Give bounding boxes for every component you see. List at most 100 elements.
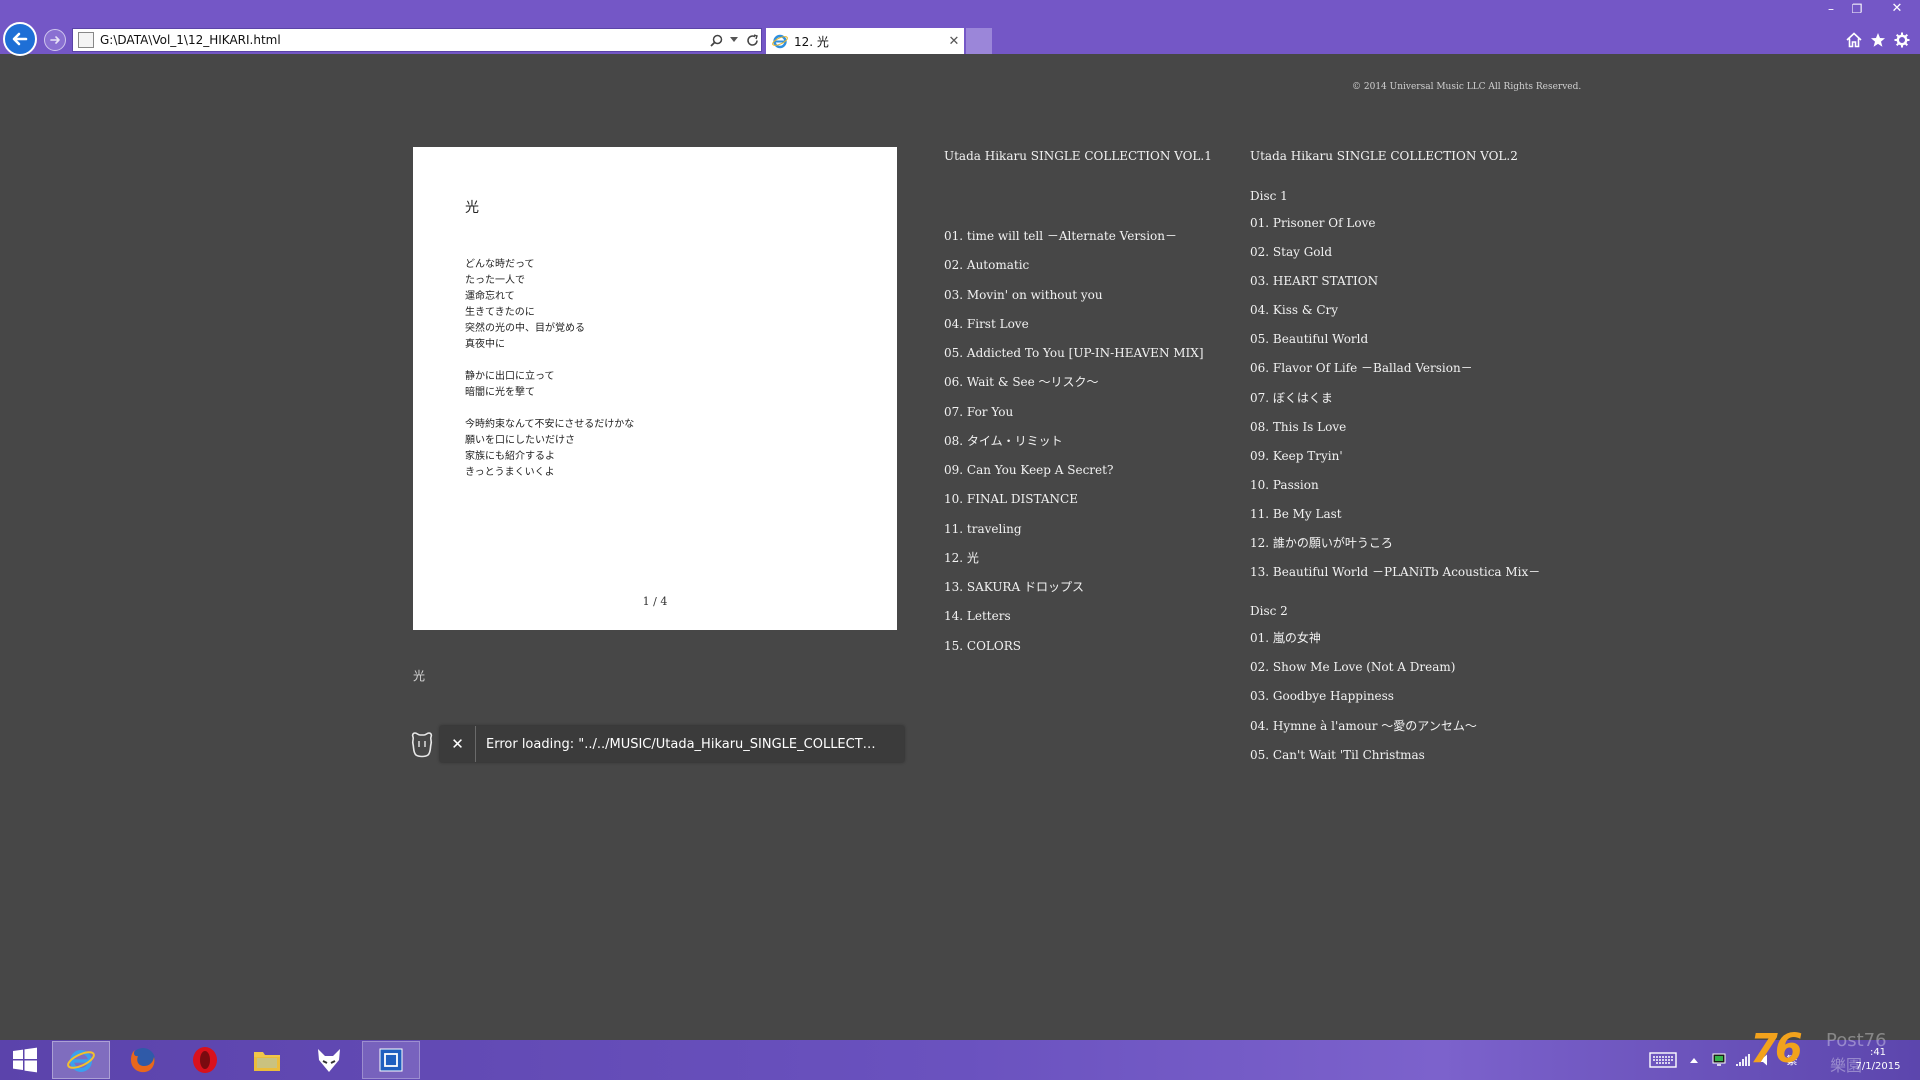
lyric-title: 光 (465, 200, 479, 216)
minimize-button[interactable]: – (1818, 2, 1844, 16)
track-item[interactable]: 02. Show Me Love (Not A Dream) (1250, 658, 1580, 687)
track-item[interactable]: 11. Be My Last (1250, 505, 1580, 534)
taskbar-internet-explorer[interactable] (52, 1041, 110, 1079)
start-button[interactable] (0, 1041, 50, 1079)
lyric-card[interactable]: 光 どんな時だって たった一人で 運命忘れて 生きてきたのに 突然の光の中、目が覚める真… (413, 147, 897, 630)
vol1-tracklist: Utada Hikaru SINGLE COLLECTION VOL.1 01.… (944, 147, 1244, 666)
disc1-tracks: 01. Prisoner Of Love 02. Stay Gold 03. HEA… (1250, 214, 1580, 592)
page-indicator: 1 / 4 (642, 595, 668, 608)
ime-indicator[interactable]: 繁 (1778, 1051, 1806, 1069)
lyric-line: 静かに出口に立って (465, 371, 555, 382)
touch-keyboard-icon[interactable] (1648, 1051, 1678, 1069)
track-item[interactable]: 05. Addicted To You [UP-IN-HEAVEN MIX] (944, 344, 1244, 373)
monitor-icon[interactable] (1710, 1051, 1728, 1069)
internet-explorer-icon (67, 1050, 95, 1072)
lyric-line: 運命忘れて (465, 291, 515, 302)
audio-player: ✕ Error loading: "../../MUSIC/Utada_Hika… (410, 726, 904, 762)
track-item[interactable]: 02. Automatic (944, 256, 1244, 285)
vol2-title: Utada Hikaru SINGLE COLLECTION VOL.2 (1250, 149, 1518, 163)
tab-title: 12. 光 (794, 34, 829, 49)
track-item[interactable]: 03. Movin' on without you (944, 286, 1244, 315)
track-item[interactable]: 05. Can't Wait 'Til Christmas (1250, 746, 1580, 775)
favorites-star-icon[interactable] (1868, 30, 1888, 50)
dropdown-chevron-icon[interactable] (725, 31, 743, 49)
lyric-line: 今時約束なんて不安にさせるだけかな (465, 419, 635, 430)
network-signal-icon[interactable] (1734, 1051, 1752, 1069)
forward-arrow-icon (50, 36, 60, 44)
track-item[interactable]: 13. SAKURA ドロップス (944, 578, 1244, 607)
track-item[interactable]: 01. Prisoner Of Love (1250, 214, 1580, 243)
track-item[interactable]: 06. Flavor Of Life －Ballad Version－ (1250, 359, 1580, 388)
windows-start-icon (13, 1047, 37, 1073)
track-item[interactable]: 04. First Love (944, 315, 1244, 344)
chevron-up-icon[interactable] (1688, 1051, 1700, 1069)
track-item[interactable]: 01. time will tell －Alternate Version－ (944, 227, 1244, 256)
track-item[interactable]: 02. Stay Gold (1250, 243, 1580, 272)
forward-button[interactable] (44, 29, 66, 51)
back-arrow-icon (12, 32, 28, 46)
vol2-tracklist: Utada Hikaru SINGLE COLLECTION VOL.2 Dis… (1250, 147, 1580, 775)
foobar-fox-icon (318, 1049, 340, 1072)
track-item[interactable]: 04. Kiss & Cry (1250, 301, 1580, 330)
track-item[interactable]: 07. For You (944, 403, 1244, 432)
lyric-stanza: どんな時だって たった一人で 運命忘れて 生きてきたのに 突然の光の中、目が覚める 真夜中… (465, 257, 634, 353)
taskbar-firefox[interactable] (114, 1041, 172, 1079)
firefox-icon (131, 1048, 155, 1073)
track-item[interactable]: 03. Goodbye Happiness (1250, 687, 1580, 716)
track-item[interactable]: 05. Beautiful World (1250, 330, 1580, 359)
lyric-line: 暗闇に光を撃て (465, 387, 535, 398)
track-item[interactable]: 08. タイム・リミット (944, 432, 1244, 461)
track-item[interactable]: 06. Wait & See ～リスク～ (944, 373, 1244, 402)
lyric-line: 願いを口にしたいだけさ (465, 435, 575, 446)
error-message: Error loading: "../../MUSIC/Utada_Hikaru… (486, 736, 876, 752)
lyric-line: 生きてきたのに (465, 307, 535, 318)
track-item[interactable]: 09. Can You Keep A Secret? (944, 461, 1244, 490)
restore-button[interactable]: ❐ (1844, 2, 1870, 16)
track-item[interactable]: 10. FINAL DISTANCE (944, 490, 1244, 519)
volume-icon[interactable] (1758, 1051, 1774, 1069)
track-item[interactable]: 09. Keep Tryin' (1250, 447, 1580, 476)
lyric-line: 突然の光の中、目が覚める (465, 323, 585, 334)
taskbar-opera[interactable] (176, 1041, 234, 1079)
system-clock[interactable]: :41 7/1/2015 (1838, 1046, 1918, 1074)
tab-close-icon[interactable]: ✕ (944, 34, 964, 49)
error-bar: ✕ Error loading: "../../MUSIC/Utada_Hika… (440, 726, 904, 762)
back-button[interactable] (3, 22, 37, 56)
close-window-button[interactable]: ✕ (1884, 2, 1910, 16)
track-item[interactable]: 12. 誰かの願いが叶うころ (1250, 534, 1580, 563)
address-input[interactable]: G:\DATA\Vol_1\12_HIKARI.html (100, 33, 707, 47)
lyric-line: 家族にも紹介するよ (465, 451, 555, 462)
taskbar-foobar[interactable] (300, 1041, 358, 1079)
app-icon (379, 1048, 403, 1072)
track-item[interactable]: 13. Beautiful World －PLANiTb Acoustica M… (1250, 563, 1580, 592)
track-item[interactable]: 11. traveling (944, 520, 1244, 549)
error-close-button[interactable]: ✕ (440, 726, 476, 762)
track-item[interactable]: 12. 光 (944, 549, 1244, 578)
browser-title-bar: – ❐ ✕ G:\DATA\Vol_1\12_HIKARI.html 12. 光 (0, 0, 1920, 56)
track-item[interactable]: 01. 嵐の女神 (1250, 629, 1580, 658)
vol1-title: Utada Hikaru SINGLE COLLECTION VOL.1 (944, 149, 1212, 163)
track-item[interactable]: 08. This Is Love (1250, 418, 1580, 447)
track-item[interactable]: 14. Letters (944, 607, 1244, 636)
track-item[interactable]: 04. Hymne à l'amour ～愛のアンセム～ (1250, 717, 1580, 746)
track-item[interactable]: 15. COLORS (944, 637, 1244, 666)
taskbar-file-explorer[interactable] (238, 1041, 296, 1079)
clock-date: 7/1/2015 (1855, 1061, 1901, 1072)
tab-active[interactable]: 12. 光 ✕ (766, 28, 964, 54)
gear-icon[interactable] (1892, 30, 1912, 50)
address-bar[interactable]: G:\DATA\Vol_1\12_HIKARI.html (72, 28, 762, 52)
copyright-text: © 2014 Universal Music LLC All Rights Re… (1352, 82, 1582, 92)
home-icon[interactable] (1844, 30, 1864, 50)
new-tab-button[interactable] (966, 28, 992, 54)
disc2-tracks: 01. 嵐の女神 02. Show Me Love (Not A Dream) 03… (1250, 629, 1580, 774)
disc2-label: Disc 2 (1250, 604, 1288, 619)
plugin-icon (411, 732, 433, 758)
refresh-icon[interactable] (743, 31, 761, 49)
lyric-body: どんな時だって たった一人で 運命忘れて 生きてきたのに 突然の光の中、目が覚める 真夜中… (465, 257, 634, 497)
track-item[interactable]: 10. Passion (1250, 476, 1580, 505)
track-item[interactable]: 03. HEART STATION (1250, 272, 1580, 301)
search-icon[interactable] (707, 31, 725, 49)
taskbar-app[interactable] (362, 1041, 420, 1079)
page-icon (78, 32, 94, 48)
track-item[interactable]: 07. ぼくはくま (1250, 389, 1580, 418)
